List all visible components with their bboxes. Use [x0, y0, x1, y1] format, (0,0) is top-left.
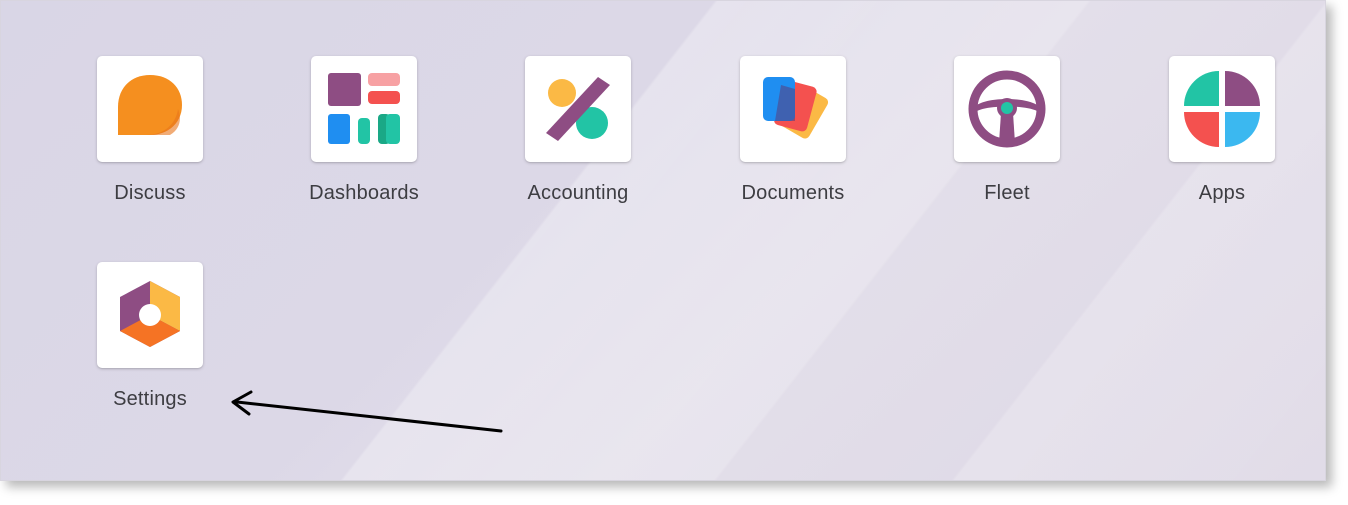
app-label-documents: Documents: [741, 182, 845, 204]
accounting-icon: [546, 77, 610, 141]
app-settings[interactable]: Settings: [70, 262, 230, 411]
app-tile-apps[interactable]: [1169, 56, 1275, 162]
app-discuss[interactable]: Discuss: [70, 56, 230, 205]
discuss-icon: [118, 75, 182, 135]
app-fleet[interactable]: Fleet: [927, 56, 1087, 205]
fleet-icon: [968, 70, 1046, 148]
app-label-settings: Settings: [113, 388, 187, 410]
app-tile-dashboards[interactable]: [311, 56, 417, 162]
app-label-dashboards: Dashboards: [309, 182, 419, 204]
app-accounting[interactable]: Accounting: [498, 56, 658, 205]
app-label-fleet: Fleet: [984, 182, 1030, 204]
app-tile-settings[interactable]: [97, 262, 203, 368]
app-label-accounting: Accounting: [527, 182, 629, 204]
app-dashboards[interactable]: Dashboards: [284, 56, 444, 205]
app-label-apps: Apps: [1198, 182, 1246, 204]
app-launcher-panel: Discuss Dashboards Accounting Documents …: [0, 0, 1326, 481]
app-tile-fleet[interactable]: [954, 56, 1060, 162]
app-tile-documents[interactable]: [740, 56, 846, 162]
app-tile-discuss[interactable]: [97, 56, 203, 162]
app-documents[interactable]: Documents: [713, 56, 873, 205]
app-label-discuss: Discuss: [114, 182, 186, 204]
dashboards-icon: [328, 73, 400, 144]
apps-icon: [1184, 71, 1260, 147]
app-apps[interactable]: Apps: [1142, 56, 1302, 205]
settings-icon: [120, 281, 180, 347]
documents-icon: [763, 77, 829, 139]
app-tile-accounting[interactable]: [525, 56, 631, 162]
